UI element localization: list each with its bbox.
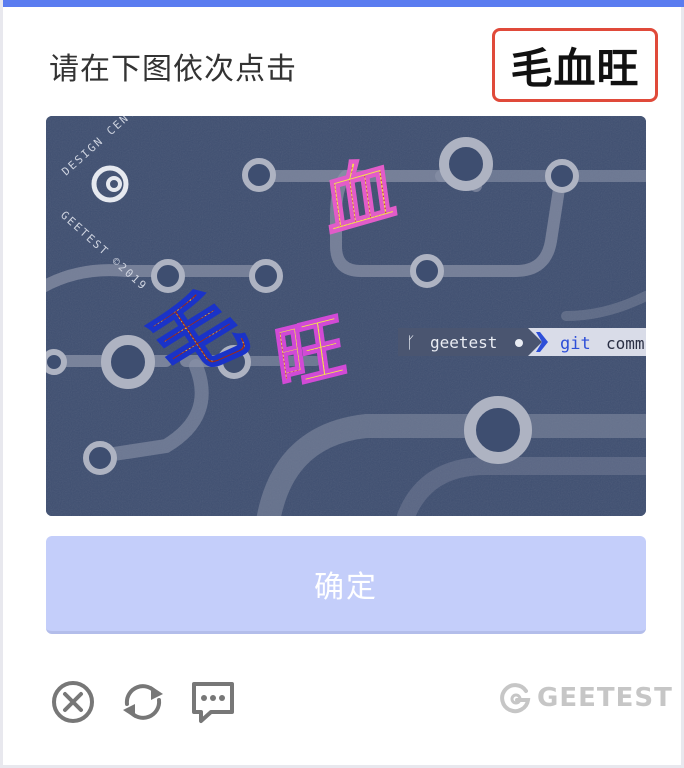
target-characters: 毛血旺 bbox=[510, 43, 640, 93]
terminal-command: git bbox=[560, 334, 591, 354]
close-circle-icon bbox=[52, 681, 94, 723]
svg-text:旺: 旺 bbox=[270, 303, 350, 402]
close-button[interactable] bbox=[49, 678, 97, 726]
confirm-button[interactable]: 确定 bbox=[46, 536, 646, 634]
brand-name: GEETEST bbox=[537, 683, 673, 713]
captcha-char-wang[interactable]: 旺 bbox=[269, 302, 351, 403]
captcha-image-canvas[interactable]: DESIGN CENTER GEETEST ©2019 ᚴ geetest gi… bbox=[46, 116, 646, 516]
instruction-text: 请在下图依次点击 bbox=[49, 52, 297, 87]
feedback-icon bbox=[192, 682, 234, 723]
feedback-button[interactable] bbox=[189, 678, 237, 726]
target-characters-box: 毛血旺 bbox=[492, 28, 658, 102]
terminal-command-rest: comm bbox=[606, 334, 645, 353]
accent-bar bbox=[3, 0, 684, 7]
terminal-strip: ᚴ geetest git comm bbox=[398, 328, 646, 356]
svg-text:ᚴ: ᚴ bbox=[406, 333, 416, 352]
terminal-prompt: geetest bbox=[430, 333, 497, 352]
geetest-logo-icon bbox=[500, 683, 531, 714]
geetest-brand[interactable]: GEETEST bbox=[499, 682, 673, 714]
refresh-button[interactable] bbox=[119, 678, 167, 726]
captcha-widget: 请在下图依次点击 毛血旺 GEETEST ©2019 ᚴ geetest git… bbox=[0, 0, 684, 768]
refresh-icon bbox=[123, 684, 163, 720]
captcha-image[interactable]: DESIGN CENTER GEETEST ©2019 ᚴ geetest gi… bbox=[46, 116, 646, 516]
